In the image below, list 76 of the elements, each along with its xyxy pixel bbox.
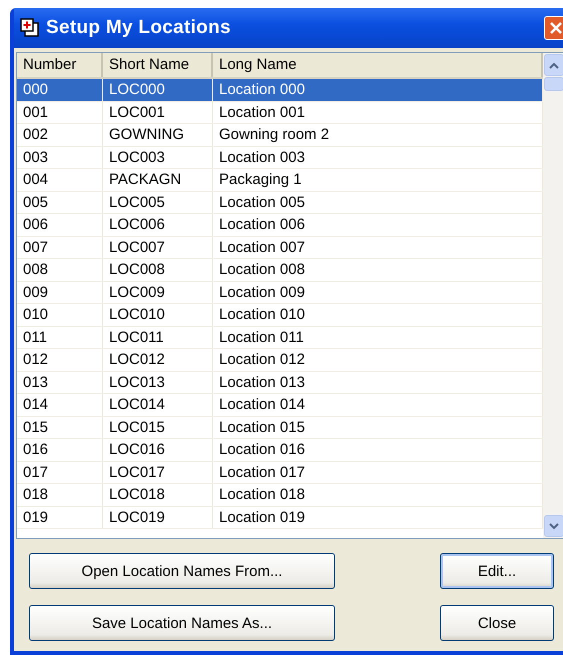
table-row[interactable]: 003 LOC003 Location 003 <box>17 146 543 169</box>
close-icon <box>548 20 563 36</box>
chevron-up-icon <box>549 62 559 68</box>
dialog-button[interactable]: Close <box>440 605 554 641</box>
table-cell: 010 <box>17 304 103 326</box>
table-cell: GOWNING <box>103 124 213 146</box>
table-row[interactable]: 006 LOC006 Location 006 <box>17 214 543 236</box>
table-cell: LOC010 <box>103 304 213 326</box>
dialog-button[interactable]: Open Location Names From... <box>29 553 335 589</box>
table-cell: 002 <box>17 124 103 146</box>
table-cell: 001 <box>17 102 103 123</box>
table-cell: 018 <box>17 484 103 506</box>
table-cell: 005 <box>17 192 103 213</box>
scrollbar[interactable] <box>543 53 563 538</box>
table-row[interactable]: 002 GOWNING Gowning room 2 <box>17 124 543 146</box>
table-cell: 003 <box>17 146 103 168</box>
table-cell: LOC012 <box>103 349 213 370</box>
table-row[interactable]: 010 LOC010 Location 010 <box>17 304 543 326</box>
table-cell: LOC008 <box>103 259 213 280</box>
table-cell: LOC016 <box>103 439 213 460</box>
table-cell: LOC017 <box>103 462 213 483</box>
table-row[interactable]: 004 PACKAGN Packaging 1 <box>17 169 543 192</box>
table-cell: LOC011 <box>103 326 213 348</box>
table-cell: 004 <box>17 169 103 190</box>
table-cell: LOC014 <box>103 394 213 416</box>
table-row[interactable]: 009 LOC009 Location 009 <box>17 282 543 304</box>
table-cell: 016 <box>17 439 103 460</box>
table-row[interactable]: 013 LOC013 Location 013 <box>17 372 543 394</box>
table-cell: LOC000 <box>103 79 213 100</box>
table-cell: 012 <box>17 349 103 370</box>
table-cell: 008 <box>17 259 103 280</box>
table-cell: LOC006 <box>103 214 213 236</box>
table-cell: LOC003 <box>103 146 213 168</box>
table-row[interactable]: 012 LOC012 Location 012 <box>17 349 543 372</box>
table-row[interactable]: 001 LOC001 Location 001 <box>17 102 543 124</box>
table-row[interactable]: 017 LOC017 Location 017 <box>17 462 543 484</box>
table-cell: 006 <box>17 214 103 236</box>
table-cell: LOC015 <box>103 416 213 438</box>
table-cell: 007 <box>17 236 103 258</box>
table-row[interactable]: 005 LOC005 Location 005 <box>17 192 543 214</box>
table-row[interactable]: 016 LOC016 Location 016 <box>17 439 543 462</box>
table-cell: LOC013 <box>103 372 213 393</box>
dialog-button[interactable]: Save Location Names As... <box>29 605 335 641</box>
scroll-down-button[interactable] <box>544 515 563 537</box>
table-cell: 019 <box>17 506 103 528</box>
table-cell: 017 <box>17 462 103 483</box>
scroll-up-button[interactable] <box>544 54 563 76</box>
table-cell: 000 <box>17 79 103 100</box>
document-plus-icon <box>20 18 40 38</box>
table-row[interactable]: 000 LOC000 Location 000 <box>17 79 543 102</box>
table-row[interactable]: 018 LOC018 Location 018 <box>17 484 543 506</box>
dialog-button[interactable]: Edit... <box>440 553 554 589</box>
table-cell: 011 <box>17 326 103 348</box>
table-cell: LOC009 <box>103 282 213 303</box>
table-cell: 009 <box>17 282 103 303</box>
table-row[interactable]: 011 LOC011 Location 011 <box>17 326 543 349</box>
table-cell: PACKAGN <box>103 169 213 190</box>
table-cell: LOC019 <box>103 506 213 528</box>
table-row[interactable]: 014 LOC014 Location 014 <box>17 394 543 416</box>
table-cell: LOC001 <box>103 102 213 123</box>
window-title: Setup My Locations <box>46 17 231 39</box>
table-cell: LOC018 <box>103 484 213 506</box>
table-cell: 014 <box>17 394 103 416</box>
column-header[interactable]: Number <box>17 53 103 77</box>
table-cell: LOC005 <box>103 192 213 213</box>
scroll-thumb[interactable] <box>544 77 563 91</box>
table-row[interactable]: 008 LOC008 Location 008 <box>17 259 543 282</box>
table-cell: 015 <box>17 416 103 438</box>
table-row[interactable]: 007 LOC007 Location 007 <box>17 236 543 259</box>
table-cell: LOC007 <box>103 236 213 258</box>
chevron-down-icon <box>549 522 559 530</box>
close-button[interactable] <box>544 16 563 40</box>
table-row[interactable]: 015 LOC015 Location 015 <box>17 416 543 439</box>
column-header[interactable]: Short Name <box>103 53 213 77</box>
table-cell: 013 <box>17 372 103 393</box>
table-row[interactable]: 019 LOC019 Location 019 <box>17 506 543 529</box>
